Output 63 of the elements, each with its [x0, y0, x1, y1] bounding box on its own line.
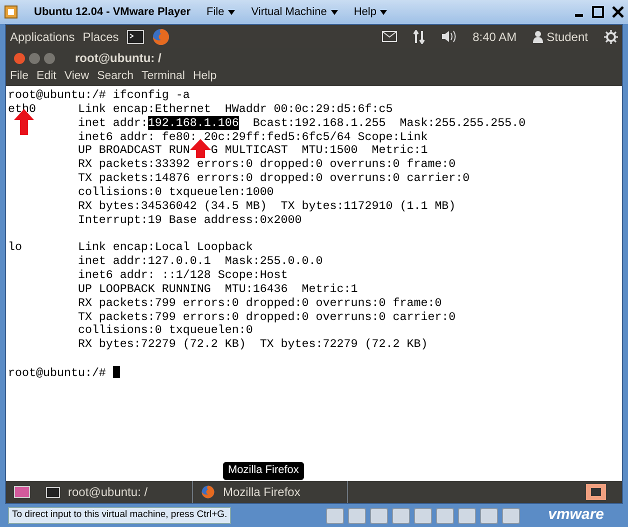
terminal-line: inet6 addr: ::1/128 Scope:Host — [76, 268, 288, 282]
user-icon — [532, 30, 543, 42]
taskbar-item[interactable]: Mozilla Firefox — [193, 481, 348, 503]
mail-icon[interactable] — [382, 31, 397, 42]
maximize-icon[interactable] — [592, 6, 604, 18]
desktop-icon[interactable] — [14, 486, 30, 498]
annotation-arrow — [190, 139, 211, 158]
terminal-text: UP BROADCAST RUN — [76, 143, 190, 158]
clock[interactable]: 8:40 AM — [472, 28, 517, 46]
terminal-line: UP LOOPBACK RUNNING MTU:16436 Metric:1 — [76, 282, 358, 296]
menu-item[interactable]: File — [10, 68, 29, 86]
menu-item[interactable]: Terminal — [142, 68, 185, 86]
terminal-line: lo Link encap:Local Loopback — [8, 240, 253, 254]
terminal-line: eth0 Link encap:Ethernet HWaddr 00:0c:29:d5:6f:c5 — [8, 102, 393, 116]
terminal-line: inet addr:192.168.1.106 Bcast:192.168.1.255 Mask:255.255.255.0 — [76, 116, 526, 130]
tooltip: Mozilla Firefox — [223, 462, 304, 480]
terminal-line: root@ubuntu:/# ifconfig -a — [8, 88, 190, 102]
terminal-line: RX bytes:34536042 (34.5 MB) TX bytes:1172910 (1.1 MB) — [76, 198, 456, 213]
terminal-icon[interactable] — [126, 30, 144, 44]
terminal-line: inet addr:127.0.0.1 Mask:255.0.0.0 — [76, 254, 323, 268]
taskbar-item[interactable]: root@ubuntu: / — [38, 481, 193, 503]
vmware-logo-icon — [4, 5, 18, 19]
minimize-button[interactable] — [29, 52, 40, 64]
cursor — [112, 366, 120, 378]
close-icon[interactable] — [612, 6, 624, 18]
panel-menu[interactable]: Places — [82, 28, 119, 46]
terminal-text: G MULTICAST MTU:1500 Metric:1 — [210, 143, 428, 158]
status-message: To direct input to this virtual machine, press Ctrl+G. — [8, 507, 232, 524]
terminal-prompt: root@ubuntu:/# — [8, 366, 107, 380]
terminal-icon — [46, 486, 60, 498]
menu-item[interactable]: Help — [354, 4, 388, 20]
close-button[interactable] — [14, 52, 25, 64]
menu-item[interactable]: File — [206, 4, 236, 20]
window-title: Ubuntu 12.04 - VMware Player — [34, 4, 190, 20]
menu-item[interactable]: Edit — [36, 68, 56, 86]
terminal-line: TX packets:14876 errors:0 dropped:0 overruns:0 carrier:0 — [76, 171, 470, 186]
user-name[interactable]: Student — [546, 28, 588, 46]
terminal-line: Interrupt:19 Base address:0x2000 — [76, 212, 302, 227]
terminal-line: RX packets:33392 errors:0 dropped:0 overruns:0 frame:0 — [76, 157, 456, 172]
menu-item[interactable]: Virtual Machine — [251, 4, 338, 20]
caret-icon — [228, 10, 236, 14]
firefox-icon — [201, 485, 215, 499]
caret-icon — [330, 10, 338, 14]
terminal-line: TX packets:799 errors:0 dropped:0 overruns:0 carrier:0 — [76, 310, 456, 324]
caret-icon — [380, 10, 388, 14]
panel-menu[interactable]: Applications — [10, 28, 75, 46]
maximize-button[interactable] — [44, 52, 55, 64]
workspace-icon[interactable] — [586, 484, 606, 500]
terminal-line: collisions:0 txqueuelen:1000 — [76, 184, 274, 199]
terminal-line: RX bytes:72279 (72.2 KB) TX bytes:72279 (72.2 KB) — [76, 337, 428, 352]
terminal-line: RX packets:799 errors:0 dropped:0 overruns:0 frame:0 — [76, 296, 442, 310]
terminal-title: root@ubuntu: / — [75, 50, 162, 67]
menu-item[interactable]: Search — [97, 68, 134, 86]
brand-logo: vmware — [548, 505, 604, 526]
terminal-text: inet6 addr: fe80: — [76, 130, 197, 144]
terminal-text: 20c:29ff:fed5:6fc5/64 Scope:Link — [204, 130, 428, 144]
firefox-icon[interactable] — [152, 28, 170, 46]
network-icon[interactable] — [412, 30, 425, 44]
menu-item[interactable]: Help — [192, 68, 217, 86]
gear-icon[interactable] — [604, 30, 618, 44]
terminal-line: collisions:0 txqueuelen:0 — [76, 323, 253, 338]
menu-item[interactable]: View — [64, 68, 90, 86]
volume-icon[interactable] — [440, 30, 457, 43]
